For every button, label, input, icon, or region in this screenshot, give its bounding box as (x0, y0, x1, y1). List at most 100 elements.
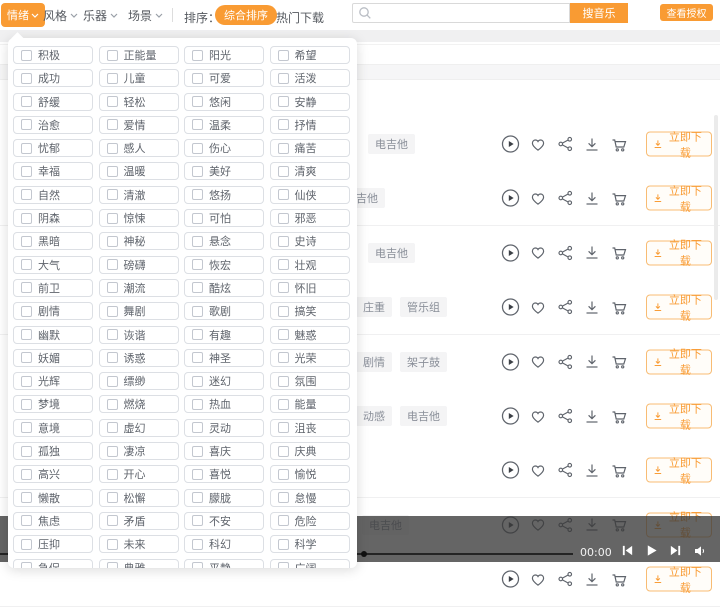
checkbox[interactable] (21, 165, 32, 177)
checkbox[interactable] (192, 375, 203, 387)
checkbox[interactable] (192, 515, 203, 527)
row-share-button[interactable] (556, 407, 575, 426)
mood-checkbox-item[interactable]: 急促 (13, 558, 93, 568)
mood-checkbox-item[interactable]: 孤独 (13, 442, 93, 461)
row-share-button[interactable] (556, 352, 575, 371)
checkbox[interactable] (277, 305, 289, 317)
checkbox[interactable] (192, 538, 203, 550)
mood-checkbox-item[interactable]: 阳光 (184, 46, 264, 64)
checkbox[interactable] (192, 49, 203, 61)
mood-checkbox-item[interactable]: 磅礴 (98, 255, 179, 274)
checkbox[interactable] (21, 492, 32, 504)
volume-button[interactable] (692, 543, 707, 558)
mood-checkbox-item[interactable]: 开心 (98, 465, 179, 484)
checkbox[interactable] (277, 352, 289, 364)
download-now-button[interactable]: 立即下载 (646, 294, 712, 322)
checkbox[interactable] (277, 49, 289, 61)
checkbox[interactable] (192, 189, 203, 201)
filter-scene-button[interactable]: 场景 (128, 3, 163, 27)
checkbox[interactable] (277, 212, 289, 224)
checkbox[interactable] (106, 468, 118, 480)
checkbox[interactable] (192, 259, 203, 271)
mood-checkbox-item[interactable]: 喜庆 (184, 442, 264, 461)
mood-checkbox-item[interactable]: 抒情 (269, 115, 350, 134)
scrollbar-thumb[interactable] (714, 115, 718, 300)
row-favorite-button[interactable] (528, 135, 547, 154)
download-now-button[interactable]: 立即下载 (646, 403, 712, 431)
next-track-button[interactable] (668, 543, 683, 558)
row-add-to-cart-button[interactable] (609, 570, 628, 589)
checkbox[interactable] (192, 562, 203, 568)
checkbox[interactable] (277, 235, 289, 247)
row-download-icon-button[interactable] (582, 407, 601, 426)
row-download-icon-button[interactable] (582, 189, 601, 208)
row-add-to-cart-button[interactable] (609, 243, 628, 262)
mood-checkbox-item[interactable]: 焦虑 (13, 511, 93, 530)
checkbox[interactable] (106, 562, 118, 568)
checkbox[interactable] (277, 189, 289, 201)
mood-checkbox-item[interactable]: 虚幻 (98, 418, 179, 437)
mood-checkbox-item[interactable]: 怠慢 (269, 488, 350, 507)
checkbox[interactable] (192, 235, 203, 247)
row-share-button[interactable] (556, 298, 575, 317)
download-now-button[interactable]: 立即下载 (646, 349, 712, 377)
checkbox[interactable] (106, 329, 118, 341)
mood-checkbox-item[interactable]: 邪恶 (269, 209, 350, 228)
row-download-icon-button[interactable] (582, 461, 601, 480)
mood-checkbox-item[interactable]: 恢宏 (184, 255, 264, 274)
mood-checkbox-item[interactable]: 安静 (269, 92, 350, 111)
mood-checkbox-item[interactable]: 诙谐 (98, 325, 179, 344)
mood-checkbox-item[interactable]: 高兴 (13, 465, 93, 484)
checkbox[interactable] (21, 49, 32, 61)
mood-checkbox-item[interactable]: 成功 (13, 69, 93, 88)
checkbox[interactable] (192, 165, 203, 177)
mood-checkbox-item[interactable]: 壮观 (269, 255, 350, 274)
row-download-icon-button[interactable] (582, 570, 601, 589)
mood-checkbox-item[interactable]: 温柔 (184, 115, 264, 134)
checkbox[interactable] (106, 165, 118, 177)
mood-checkbox-item[interactable]: 黑暗 (13, 232, 93, 251)
checkbox[interactable] (21, 235, 32, 247)
mood-checkbox-item[interactable]: 搞笑 (269, 302, 350, 321)
row-share-button[interactable] (556, 461, 575, 480)
mood-checkbox-item[interactable]: 松懈 (98, 488, 179, 507)
row-play-button[interactable] (501, 570, 520, 589)
mood-checkbox-item[interactable]: 清爽 (269, 162, 350, 181)
sort-hot-downloads-button[interactable]: 热门下载 (276, 9, 324, 26)
row-download-icon-button[interactable] (582, 135, 601, 154)
mood-checkbox-item[interactable]: 仙侠 (269, 185, 350, 204)
search-input[interactable] (352, 3, 570, 23)
checkbox[interactable] (277, 375, 289, 387)
download-now-button[interactable]: 立即下载 (646, 457, 712, 485)
mood-checkbox-item[interactable]: 愉悦 (269, 465, 350, 484)
mood-checkbox-item[interactable]: 光荣 (269, 348, 350, 367)
checkbox[interactable] (192, 422, 203, 434)
checkbox[interactable] (192, 142, 203, 154)
mood-checkbox-item[interactable]: 魅惑 (269, 325, 350, 344)
mood-checkbox-item[interactable]: 爱情 (98, 115, 179, 134)
row-download-icon-button[interactable] (582, 243, 601, 262)
checkbox[interactable] (192, 96, 203, 108)
checkbox[interactable] (21, 375, 32, 387)
checkbox[interactable] (106, 375, 118, 387)
checkbox[interactable] (277, 329, 289, 341)
search-music-button[interactable]: 搜音乐 (570, 3, 628, 23)
mood-checkbox-item[interactable]: 喜悦 (184, 465, 264, 484)
checkbox[interactable] (106, 142, 118, 154)
row-add-to-cart-button[interactable] (609, 352, 628, 371)
mood-checkbox-item[interactable]: 妖媚 (13, 348, 93, 367)
checkbox[interactable] (192, 468, 203, 480)
checkbox[interactable] (277, 515, 289, 527)
mood-checkbox-item[interactable]: 凄凉 (98, 442, 179, 461)
mood-checkbox-item[interactable]: 未来 (98, 535, 179, 554)
row-favorite-button[interactable] (528, 570, 547, 589)
checkbox[interactable] (106, 119, 118, 131)
mood-checkbox-item[interactable]: 有趣 (184, 325, 264, 344)
row-favorite-button[interactable] (528, 189, 547, 208)
download-now-button[interactable]: 立即下载 (646, 131, 712, 159)
filter-instrument-button[interactable]: 乐器 (83, 3, 118, 27)
row-download-icon-button[interactable] (582, 352, 601, 371)
checkbox[interactable] (192, 305, 203, 317)
download-now-button[interactable]: 立即下载 (646, 566, 712, 594)
checkbox[interactable] (277, 96, 289, 108)
